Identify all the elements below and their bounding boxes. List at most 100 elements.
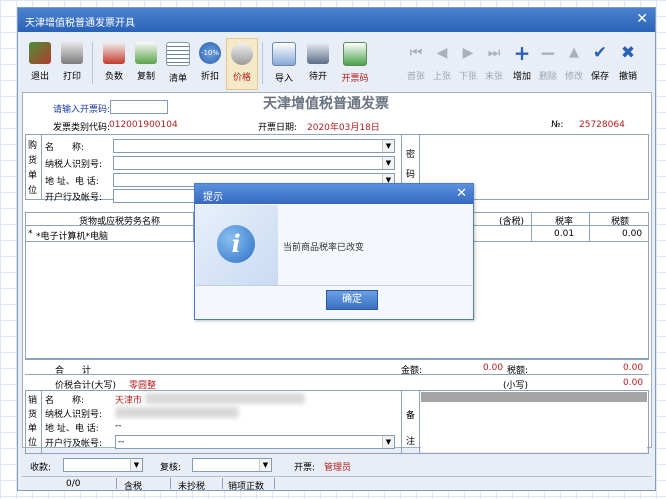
remarks-char: 注 <box>406 437 416 447</box>
import-label: 导入 <box>274 74 293 84</box>
issuer-label: 开票: <box>294 463 316 473</box>
seller-name-value: 天津市 <box>115 396 143 406</box>
password-char: 码 <box>406 170 416 180</box>
buyer-name-select[interactable]: ▼ <box>113 139 395 153</box>
ok-button[interactable]: 确定 <box>326 290 378 310</box>
seller-bank-select[interactable]: -- ▼ <box>115 435 395 449</box>
pending-label: 待开 <box>308 72 327 82</box>
copy-button[interactable]: 复制 <box>130 38 162 90</box>
buyer-char: 货 <box>28 156 38 166</box>
password-area-label: 密 码 <box>406 145 415 185</box>
buyer-tax-id-label: 纳税人识别号: <box>45 160 103 170</box>
redacted-text <box>145 393 305 404</box>
buyer-address-label: 地 址、电 话: <box>45 177 99 187</box>
date-value: 2020年03月18日 <box>307 123 380 133</box>
seller-tax-id-label: 纳税人识别号: <box>45 410 103 420</box>
cancel-label: 撤销 <box>618 72 637 82</box>
seller-bank-label: 开户行及帐号: <box>45 439 103 449</box>
buyer-char: 购 <box>28 141 38 151</box>
seller-char: 单 <box>28 424 38 434</box>
divider <box>401 390 402 454</box>
print-label: 打印 <box>62 72 81 82</box>
prev-icon: ◀ <box>436 45 448 61</box>
exit-label: 退出 <box>30 72 49 82</box>
tax-value: 0.00 <box>623 363 644 373</box>
price-label: 价格 <box>232 73 251 83</box>
close-icon[interactable]: ✕ <box>636 11 648 27</box>
exit-button[interactable]: 退出 <box>24 38 56 90</box>
close-icon[interactable]: ✕ <box>456 186 467 201</box>
remarks-input[interactable] <box>421 403 647 452</box>
window-title: 天津增值税普通发票开具 <box>25 18 135 29</box>
tax-mode: 含税 <box>124 482 143 492</box>
page-indicator: 0/0 <box>66 479 81 489</box>
toolbar-separator <box>262 42 263 84</box>
code-prompt-label: 请输入开票码: <box>53 105 111 115</box>
dialog-title: 提示 <box>203 192 223 203</box>
buyer-name-label: 名 称: <box>45 143 85 153</box>
divider <box>274 478 275 489</box>
seller-char: 销 <box>28 396 38 406</box>
cancel-button[interactable]: ✖ 撤销 <box>612 38 644 90</box>
exit-icon <box>29 42 51 64</box>
info-dialog: 提示 ✕ i 当前商品税率已改变 确定 <box>194 183 474 320</box>
buyer-char: 位 <box>28 186 38 196</box>
negative-button[interactable]: 负数 <box>98 38 130 90</box>
dialog-message: 当前商品税率已改变 <box>283 243 365 253</box>
copy-label: 复制 <box>136 72 155 82</box>
invoice-type-status: 销项正数 <box>228 482 265 492</box>
list-button[interactable]: 清单 <box>162 38 194 90</box>
edit-icon: ▲ <box>569 45 579 60</box>
chevron-down-icon: ▼ <box>259 459 271 471</box>
divider <box>41 390 42 454</box>
divider <box>116 478 117 489</box>
redacted-text <box>115 407 239 418</box>
plus-icon: + <box>513 41 531 65</box>
totals-line <box>25 374 649 375</box>
item-name: *电子计算机*电脑 <box>36 232 109 242</box>
toolbar-separator <box>92 42 93 84</box>
seller-char: 位 <box>28 438 38 448</box>
info-icon: i <box>217 225 255 263</box>
last-icon: ⏭ <box>487 45 501 61</box>
dialog-divider <box>196 285 472 286</box>
password-char: 密 <box>406 150 416 160</box>
price-button[interactable]: 价格 <box>226 38 258 90</box>
negative-invoice-icon <box>103 42 125 64</box>
reviewer-select[interactable]: ▼ <box>192 458 272 472</box>
invoice-code-input[interactable] <box>110 100 168 114</box>
buyer-section-label: 购 货 单 位 <box>28 139 37 199</box>
remarks-scroll-header <box>421 392 647 402</box>
number-label: №: <box>551 120 564 130</box>
invoice-heading: 天津增值税普通发票 <box>263 96 389 112</box>
payee-select[interactable]: ▼ <box>63 458 143 472</box>
totals-line <box>25 359 649 360</box>
divider <box>41 134 42 200</box>
remarks-char: 备 <box>406 411 416 421</box>
invoice-number: 25728064 <box>579 120 625 130</box>
chevron-down-icon: ▼ <box>130 459 142 471</box>
discount-label: 折扣 <box>200 72 219 82</box>
import-button[interactable]: 导入 <box>268 38 300 90</box>
import-icon <box>272 42 296 66</box>
pending-button[interactable]: 待开 <box>302 38 334 90</box>
seller-address-value: -- <box>115 421 122 431</box>
print-button[interactable]: 打印 <box>56 38 88 90</box>
discount-button[interactable]: -10% 折扣 <box>194 38 226 90</box>
copy-icon <box>135 42 157 64</box>
reviewer-label: 复核: <box>160 463 182 473</box>
chevron-down-icon: ▼ <box>382 140 394 152</box>
invoice-code-button[interactable]: 开票码 <box>336 38 374 90</box>
printer-icon <box>61 42 83 64</box>
buyer-char: 单 <box>28 171 38 181</box>
seller-section-label: 销 货 单 位 <box>28 394 37 450</box>
buyer-tax-id-select[interactable]: ▼ <box>113 156 395 170</box>
amount-value: 0.00 <box>483 363 504 373</box>
category-code-label: 发票类别代码: <box>53 123 111 133</box>
payee-label: 收款: <box>30 463 52 473</box>
first-icon: ⏮ <box>409 45 423 61</box>
seller-bank-value: -- <box>118 437 125 447</box>
divider <box>170 478 171 489</box>
small-total-value: 0.00 <box>623 378 644 388</box>
buyer-bank-label: 开户行及帐号: <box>45 193 103 203</box>
